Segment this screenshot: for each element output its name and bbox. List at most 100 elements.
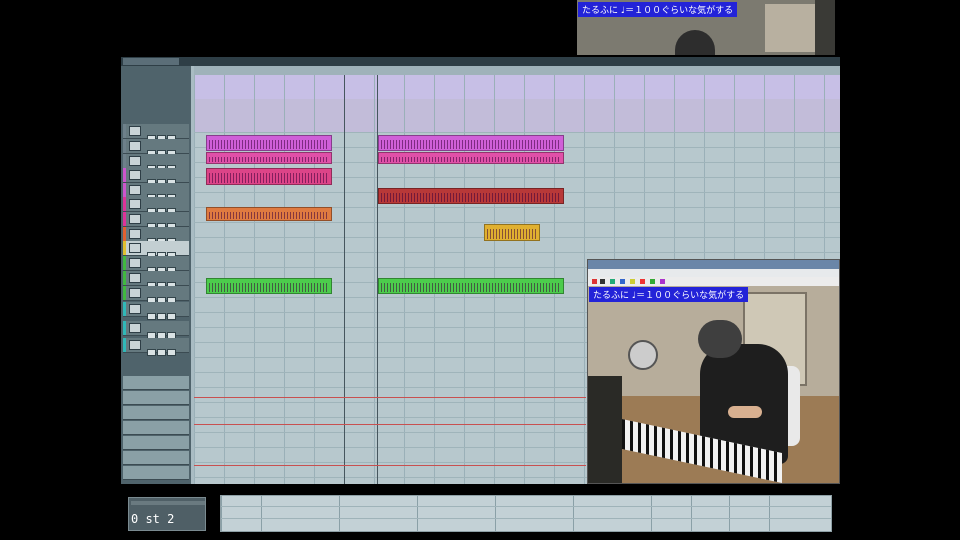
webcam-preview-top: たるふに ♩＝１００ぐらいな気がする <box>577 0 835 55</box>
overview-track-line <box>221 506 831 507</box>
video-window-menubar[interactable] <box>588 269 839 277</box>
grid-line <box>584 75 585 484</box>
background-shelf <box>765 4 815 52</box>
track-header[interactable] <box>123 124 189 142</box>
track-header[interactable] <box>123 256 189 274</box>
track-header[interactable] <box>123 168 189 186</box>
automation-lane-header[interactable] <box>123 376 189 390</box>
automation-line <box>194 397 586 398</box>
header-tab-1[interactable] <box>123 58 153 65</box>
overview-track-line <box>221 518 831 519</box>
signature-lane[interactable] <box>194 99 840 133</box>
track-row-line <box>194 252 840 253</box>
effects-icon[interactable] <box>660 279 665 284</box>
overview-bar-line <box>417 496 418 531</box>
video-fan <box>628 340 658 370</box>
track-instrument-icon <box>129 340 141 350</box>
track-header[interactable] <box>123 286 189 304</box>
play-icon[interactable] <box>610 279 615 284</box>
track-row-line <box>194 132 840 133</box>
track-instrument-icon <box>129 243 141 253</box>
solo-button[interactable] <box>157 313 166 320</box>
track-instrument-icon <box>129 288 141 298</box>
automation-lane-header[interactable] <box>123 466 189 480</box>
track-color-strip <box>123 212 126 226</box>
counter-strip <box>131 501 205 505</box>
track-instrument-icon <box>129 229 141 239</box>
region-waveform <box>209 140 329 149</box>
region-waveform <box>381 140 561 149</box>
track-color-strip <box>123 271 126 285</box>
project-overview[interactable] <box>220 495 832 532</box>
stop-icon[interactable] <box>600 279 605 284</box>
track-header[interactable] <box>123 139 189 157</box>
audio-region[interactable] <box>378 188 564 204</box>
overview-bar-line <box>221 496 222 531</box>
record-arm-button[interactable] <box>167 349 176 356</box>
audio-region[interactable] <box>206 168 332 185</box>
track-instrument-icon <box>129 199 141 209</box>
audio-region[interactable] <box>378 135 564 151</box>
track-color-strip <box>123 241 126 255</box>
track-instrument-icon <box>129 185 141 195</box>
track-header[interactable] <box>123 338 189 356</box>
automation-lane-header[interactable] <box>123 451 189 465</box>
mute-button[interactable] <box>147 349 156 356</box>
grid-line <box>374 75 375 484</box>
settings-icon[interactable] <box>640 279 645 284</box>
automation-lane-header[interactable] <box>123 391 189 405</box>
automation-lane-header[interactable] <box>123 421 189 435</box>
track-header[interactable] <box>123 183 189 201</box>
track-instrument-icon <box>129 273 141 283</box>
track-instrument-icon <box>129 156 141 166</box>
header-tab-2[interactable] <box>151 58 179 65</box>
record-arm-button[interactable] <box>167 313 176 320</box>
automation-lane-header[interactable] <box>123 406 189 420</box>
track-color-strip <box>123 183 126 197</box>
region-waveform <box>487 229 537 239</box>
track-header[interactable] <box>123 154 189 172</box>
automation-lane-header[interactable] <box>123 436 189 450</box>
region-waveform <box>209 212 329 219</box>
overview-bar-line <box>495 496 496 531</box>
audio-icon[interactable] <box>650 279 655 284</box>
webcam-video: たるふに ♩＝１００ぐらいな気がする <box>588 286 839 483</box>
grid-line <box>194 75 195 484</box>
track-header[interactable] <box>123 302 189 320</box>
video-caption: たるふに ♩＝１００ぐらいな気がする <box>589 287 749 302</box>
solo-button[interactable] <box>157 349 166 356</box>
overview-bar-line <box>729 496 730 531</box>
track-color-strip <box>123 321 126 335</box>
track-color-strip <box>123 227 126 241</box>
audio-region[interactable] <box>206 152 332 164</box>
audio-region[interactable] <box>378 152 564 164</box>
region-waveform <box>381 157 561 162</box>
track-color-strip <box>123 124 126 138</box>
tempo-lane[interactable] <box>194 75 840 99</box>
audio-region[interactable] <box>378 278 564 294</box>
audio-region[interactable] <box>484 224 540 241</box>
track-instrument-icon <box>129 170 141 180</box>
audio-region[interactable] <box>206 278 332 294</box>
audio-region[interactable] <box>206 135 332 151</box>
mute-button[interactable] <box>147 313 156 320</box>
record-icon[interactable] <box>592 279 597 284</box>
track-header[interactable] <box>123 271 189 289</box>
video-capture-window[interactable]: たるふに ♩＝１００ぐらいな気がする <box>587 259 840 484</box>
track-header[interactable] <box>123 321 189 339</box>
track-instrument-icon <box>129 304 141 314</box>
snapshot-icon[interactable] <box>630 279 635 284</box>
pause-icon[interactable] <box>620 279 625 284</box>
track-color-strip <box>123 302 126 316</box>
background-dark-area <box>815 0 835 55</box>
video-window-titlebar[interactable] <box>588 260 839 269</box>
track-header[interactable] <box>123 241 189 259</box>
track-instrument-icon <box>129 323 141 333</box>
region-waveform <box>381 283 561 292</box>
automation-line <box>194 465 586 466</box>
track-header[interactable] <box>123 197 189 215</box>
audio-region[interactable] <box>206 207 332 221</box>
song-position-cursor[interactable] <box>344 75 345 484</box>
track-header[interactable] <box>123 227 189 245</box>
track-header[interactable] <box>123 212 189 230</box>
